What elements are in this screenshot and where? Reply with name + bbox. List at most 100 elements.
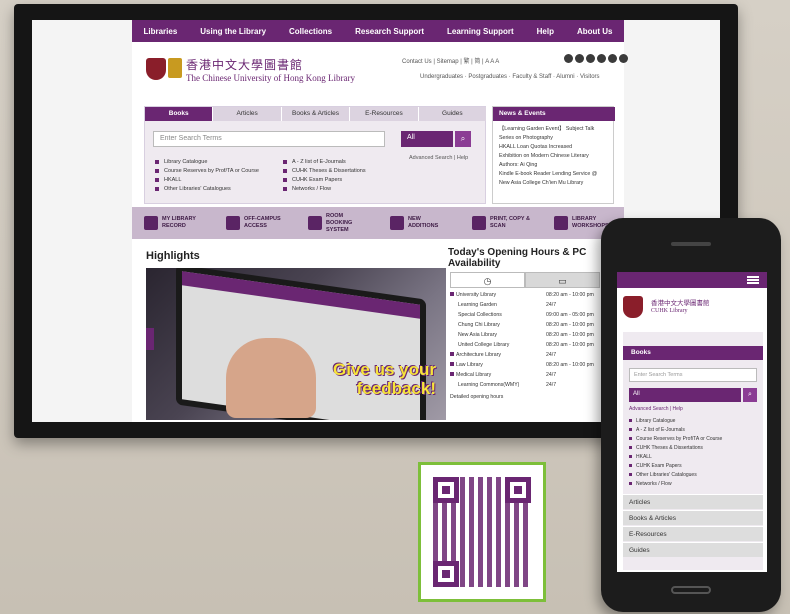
library-name[interactable]: Learning Garden — [450, 302, 497, 308]
mobile-link[interactable]: A - Z list of E-Journals — [629, 427, 685, 433]
mobile-link[interactable]: Networks / Flow — [629, 481, 672, 487]
facebook-icon[interactable] — [575, 54, 584, 63]
link-theses[interactable]: CUHK Theses & Dissertations — [283, 168, 366, 174]
mobile-link[interactable]: CUHK Exam Papers — [629, 463, 682, 469]
search-panel: Books Articles Books & Articles E-Resour… — [144, 106, 488, 204]
tab-books-articles[interactable]: Books & Articles — [281, 107, 351, 121]
slide-prev-arrow[interactable] — [146, 328, 154, 350]
instagram-icon[interactable] — [608, 54, 617, 63]
hours-row: Learning Commons(WMY) 24/7 — [450, 382, 610, 388]
mobile-link[interactable]: CUHK Theses & Dissertations — [629, 445, 703, 451]
quick-label: MY LIBRARY RECORD — [162, 216, 196, 229]
twitter-icon[interactable] — [586, 54, 595, 63]
hours-tabs: ◷ ▭ — [450, 272, 600, 288]
news-item[interactable]: Kindle E-book Reader Lending Service @ N… — [499, 170, 607, 188]
library-hours: 08:20 am - 10:00 pm — [546, 362, 594, 368]
library-name[interactable]: Special Collections — [450, 312, 502, 318]
link-hkall[interactable]: HKALL — [155, 177, 181, 183]
tab-books[interactable]: Books — [145, 107, 214, 121]
nav-libraries[interactable]: Libraries — [143, 27, 177, 36]
quick-print-copy[interactable]: PRINT, COPY & SCAN — [472, 216, 530, 230]
library-hours: 24/7 — [546, 372, 557, 378]
link-exam-papers[interactable]: CUHK Exam Papers — [283, 177, 342, 183]
news-item[interactable]: HKALL Loan Quotas Increased — [499, 143, 607, 152]
mobile-accordion-guides[interactable]: Guides — [623, 542, 763, 557]
cuhk-crest-icon[interactable] — [146, 58, 166, 80]
library-name[interactable]: New Asia Library — [450, 332, 497, 338]
search-icon[interactable] — [564, 54, 573, 63]
qr-finder — [433, 561, 459, 587]
quick-new-additions[interactable]: NEW ADDITIONS — [390, 216, 448, 230]
link-course-reserves[interactable]: Course Reserves by Prof/TA or Course — [155, 168, 259, 174]
link-networks[interactable]: Networks / Flow — [283, 186, 331, 192]
top-navigation: Libraries Using the Library Collections … — [132, 20, 624, 42]
mobile-accordion-articles[interactable]: Articles — [623, 494, 763, 509]
link-library-catalogue[interactable]: Library Catalogue — [155, 159, 207, 165]
library-website: Libraries Using the Library Collections … — [132, 20, 628, 422]
link-other-catalogues[interactable]: Other Libraries' Catalogues — [155, 186, 231, 192]
quick-label: ROOM BOOKING SYSTEM — [326, 212, 353, 233]
mobile-search-button[interactable]: ⌕ — [743, 388, 757, 402]
books-icon — [390, 216, 404, 230]
quick-room-booking[interactable]: ROOM BOOKING SYSTEM — [308, 213, 366, 234]
tab-guides[interactable]: Guides — [418, 107, 488, 121]
cuhk-crest-icon[interactable] — [623, 296, 643, 318]
hours-row: University Library 08:20 am - 10:00 pm — [450, 292, 610, 298]
hours-row: United College Library 08:20 am - 10:00 p… — [450, 342, 610, 348]
phone-home-button[interactable] — [671, 586, 711, 594]
news-item[interactable]: 【Learning Garden Event】 Subject Talk Ser… — [499, 125, 607, 143]
library-hours: 09:00 am - 05:00 pm — [546, 312, 594, 318]
hours-row: Special Collections 09:00 am - 05:00 pm — [450, 312, 610, 318]
library-name[interactable]: Architecture Library — [450, 352, 501, 358]
library-name[interactable]: Chung Chi Library — [450, 322, 500, 328]
nav-help[interactable]: Help — [537, 27, 554, 36]
mobile-link[interactable]: HKALL — [629, 454, 652, 460]
mobile-advanced-link[interactable]: Advanced Search | Help — [629, 406, 683, 412]
library-name[interactable]: University Library — [450, 292, 496, 298]
mobile-accordion-e-resources[interactable]: E-Resources — [623, 526, 763, 541]
tab-articles[interactable]: Articles — [213, 107, 282, 121]
opening-hours-title: Today's Opening Hours & PC Availability — [448, 247, 587, 269]
mobile-link[interactable]: Library Catalogue — [629, 418, 675, 424]
library-name[interactable]: Learning Commons(WMY) — [450, 382, 519, 388]
library-name[interactable]: United College Library — [450, 342, 509, 348]
search-button[interactable]: ⌕ — [455, 131, 471, 147]
nav-collections[interactable]: Collections — [289, 27, 332, 36]
nav-research-support[interactable]: Research Support — [355, 27, 424, 36]
search-scope-select[interactable]: All — [401, 131, 453, 147]
highlight-slide[interactable]: Give us your feedback! — [146, 268, 446, 420]
search-input[interactable]: Enter Search Terms — [153, 131, 385, 147]
library-hours: 24/7 — [546, 382, 557, 388]
mobile-link[interactable]: Course Reserves by Prof/TA or Course — [629, 436, 722, 442]
tab-e-resources[interactable]: E-Resources — [350, 107, 419, 121]
mobile-link[interactable]: Other Libraries' Catalogues — [629, 472, 697, 478]
library-name[interactable]: Law Library — [450, 362, 483, 368]
quick-label: NEW ADDITIONS — [408, 216, 439, 229]
quick-off-campus[interactable]: OFF-CAMPUS ACCESS — [226, 216, 284, 230]
search-tabs: Books Articles Books & Articles E-Resour… — [145, 107, 488, 121]
utility-links[interactable]: Contact Us | Sitemap | 繁 | 简 | A A A — [402, 56, 499, 65]
computer-icon[interactable]: ▭ — [525, 272, 600, 288]
nav-about-us[interactable]: About Us — [577, 27, 613, 36]
mobile-tab-books[interactable]: Books — [623, 346, 763, 360]
news-title: News & Events — [493, 107, 615, 121]
advanced-search-link[interactable]: Advanced Search | Help — [409, 155, 468, 161]
mobile-scope-select[interactable]: All — [629, 388, 741, 402]
library-name[interactable]: Medical Library — [450, 372, 491, 378]
mobile-search-input[interactable]: Enter Search Terms — [629, 368, 757, 382]
news-item[interactable]: Exhibition on Modern Chinese Literary Au… — [499, 152, 607, 170]
key-icon — [226, 216, 240, 230]
nav-learning-support[interactable]: Learning Support — [447, 27, 514, 36]
youtube-icon[interactable] — [597, 54, 606, 63]
mobile-accordion-books-articles[interactable]: Books & Articles — [623, 510, 763, 525]
hours-row: Learning Garden 24/7 — [450, 302, 610, 308]
audience-links[interactable]: Undergraduates · Postgraduates · Faculty… — [420, 74, 600, 80]
library-hours: 08:20 am - 10:00 pm — [546, 342, 594, 348]
quick-my-record[interactable]: MY LIBRARY RECORD — [144, 216, 202, 230]
weibo-icon[interactable] — [619, 54, 628, 63]
hamburger-menu-icon[interactable] — [747, 276, 759, 284]
detailed-hours-link[interactable]: Detailed opening hours — [450, 394, 610, 400]
clock-icon[interactable]: ◷ — [450, 272, 525, 288]
nav-using-library[interactable]: Using the Library — [200, 27, 266, 36]
link-ejournals[interactable]: A - Z list of E-Journals — [283, 159, 346, 165]
